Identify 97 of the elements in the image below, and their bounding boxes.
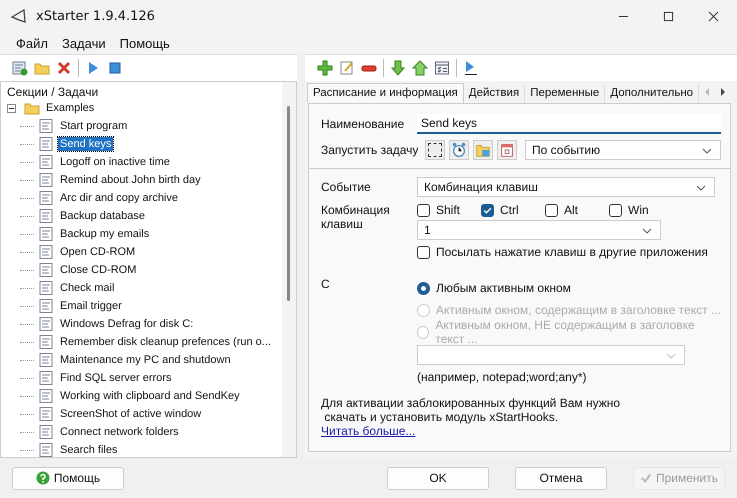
menu-item[interactable]: Задачи [62, 36, 106, 50]
chevron-icon [696, 185, 706, 191]
tree-item[interactable]: Working with clipboard and SendKey [58, 389, 242, 403]
field-label: Запустить задачу [321, 143, 420, 157]
checkbox-label: Ctrl [500, 203, 519, 217]
task-icon [38, 424, 54, 440]
close-icon[interactable] [708, 10, 719, 22]
tree-item[interactable]: Search files [58, 443, 120, 457]
task-icon [38, 280, 54, 296]
task-icon [38, 262, 54, 278]
checkbox[interactable] [417, 204, 430, 216]
task-list-icon[interactable] [12, 60, 28, 76]
task-icon [38, 118, 54, 134]
field-label: Комбинация клавиш [321, 203, 391, 231]
tree-item[interactable]: Open CD-ROM [58, 245, 138, 259]
chevron-icon [666, 353, 676, 359]
tab[interactable]: Расписание и информация [307, 83, 464, 103]
tree-item[interactable]: Backup my emails [58, 227, 152, 241]
task-icon [38, 388, 54, 404]
field-label: С [321, 277, 331, 291]
checklist-icon[interactable] [434, 60, 450, 76]
maximize-icon[interactable] [663, 10, 674, 22]
notice-text: скачать и установить модуль xStartHooks. [323, 410, 560, 424]
radio-button[interactable] [417, 282, 430, 294]
menu-item[interactable]: Помощь [120, 36, 170, 50]
run-step-icon[interactable] [463, 60, 479, 76]
task-icon [38, 154, 54, 170]
start-select[interactable]: По событию [525, 140, 721, 160]
task-icon [38, 226, 54, 242]
hint-text: (например, notepad;word;any*) [417, 370, 588, 384]
tree-item[interactable]: Arc dir and copy archive [58, 191, 180, 205]
radio-label: Любым активным окном [436, 281, 571, 295]
task-icon [38, 172, 54, 188]
field-label: Наименование [321, 117, 406, 131]
checkbox-label: Alt [564, 203, 578, 217]
read-more-link[interactable]: Читать больше... [321, 424, 416, 438]
notice-text: Для активации заблокированных функций Вам нужно [321, 396, 622, 410]
tree-item[interactable]: Check mail [58, 281, 116, 295]
tree-item[interactable]: Windows Defrag for disk C: [58, 317, 196, 331]
task-icon [38, 298, 54, 314]
tree-item[interactable]: Remind about John birth day [58, 173, 203, 187]
checkbox-label: Посылать нажатие клавиш в другие приложения [436, 245, 708, 259]
help-button[interactable]: Помощь [12, 466, 124, 490]
tree-item[interactable]: Find SQL server errors [58, 371, 174, 385]
chevron-icon [642, 228, 652, 234]
tree-item[interactable]: Logoff on inactive time [58, 155, 172, 169]
menu-item[interactable]: Файл [16, 36, 48, 50]
tree-item[interactable]: Maintenance my PC and shutdown [58, 353, 233, 367]
task-icon [38, 352, 54, 368]
checkbox-label: Shift [436, 203, 460, 217]
alarm-clock-icon[interactable] [449, 140, 469, 160]
tree-item[interactable]: Send keys [58, 137, 114, 151]
app-icon [10, 8, 28, 24]
window-title: xStarter 1.9.4.126 [36, 8, 155, 24]
scrollbar[interactable] [282, 82, 296, 457]
checkbox[interactable] [609, 204, 622, 216]
tree-item[interactable]: Email trigger [58, 299, 124, 313]
checkmark-icon [640, 471, 652, 485]
tree-item[interactable]: Examples [44, 101, 96, 115]
task-icon [38, 316, 54, 332]
task-icon [38, 406, 54, 422]
field-label: Событие [321, 180, 372, 194]
chevron-icon [702, 148, 712, 154]
tree-item[interactable]: Remember disk cleanup prefences (run o... [58, 335, 273, 349]
cancel-button[interactable]: Отмена [515, 466, 607, 490]
ok-button[interactable]: OK [387, 466, 489, 490]
tree-item[interactable]: Connect network folders [58, 425, 181, 439]
key-select[interactable]: 1 [417, 220, 661, 240]
checkbox[interactable] [545, 204, 558, 216]
checkbox[interactable] [481, 204, 494, 216]
edit-icon[interactable] [339, 60, 355, 76]
collapse-icon[interactable] [7, 104, 16, 112]
help-icon [36, 471, 50, 485]
radio-label: Активным окном, содержащим в заголовке текст ... [436, 303, 721, 317]
stop-icon[interactable] [107, 60, 123, 76]
event-select[interactable]: Комбинация клавиш [417, 177, 715, 197]
task-icon [38, 244, 54, 260]
none-mode-button[interactable] [425, 140, 445, 160]
task-icon [38, 208, 54, 224]
scroll-right-icon[interactable] [719, 87, 728, 97]
task-icon [38, 136, 54, 152]
tree-item[interactable]: Close CD-ROM [58, 263, 138, 277]
add-icon[interactable] [317, 60, 333, 76]
arrow-down-icon[interactable] [390, 60, 406, 76]
task-icon [38, 334, 54, 350]
calendar-icon[interactable] [497, 140, 517, 160]
checkbox-label: Win [628, 203, 649, 217]
checkbox[interactable] [417, 246, 430, 258]
name-field[interactable]: Send keys [417, 114, 721, 134]
tree-item[interactable]: Backup database [58, 209, 148, 223]
task-icon [38, 370, 54, 386]
task-icon [38, 190, 54, 206]
tree-item[interactable]: Start program [58, 119, 130, 133]
delete-icon[interactable] [56, 60, 72, 76]
tree-header: Секции / Задачи [6, 84, 100, 99]
radio-label: Активным окном, НЕ содержащим в заголовке текст ... [435, 318, 696, 346]
tree-item[interactable]: ScreenShot of active window [58, 407, 204, 421]
